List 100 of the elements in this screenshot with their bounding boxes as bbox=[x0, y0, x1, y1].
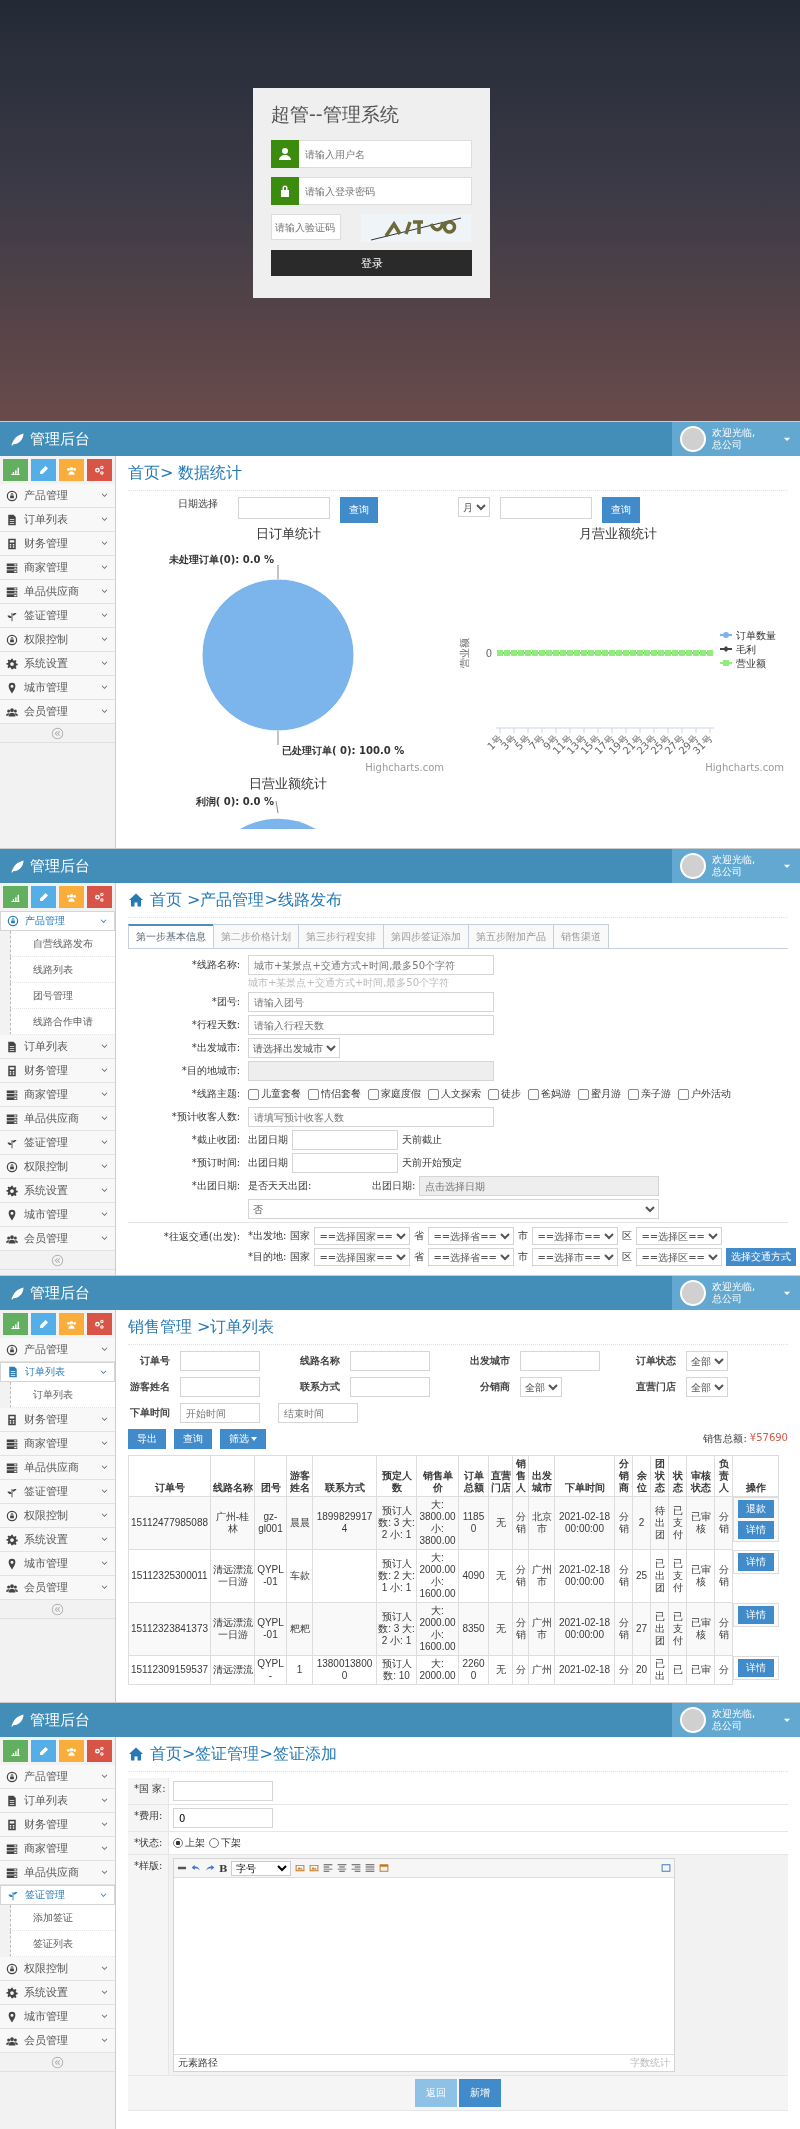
date-field[interactable] bbox=[500, 497, 592, 519]
row-action-button[interactable]: 详情 bbox=[737, 1605, 774, 1624]
shortcut-button[interactable] bbox=[31, 1740, 56, 1762]
sidebar-item[interactable]: 签证管理 bbox=[0, 604, 115, 628]
submenu-item[interactable]: 自营线路发布 bbox=[10, 931, 115, 957]
sidebar-item[interactable]: 商家管理 bbox=[0, 1432, 115, 1456]
sidebar-item[interactable]: 系统设置 bbox=[0, 1981, 115, 2005]
dropdown[interactable]: 否 bbox=[248, 1199, 660, 1219]
shortcut-button[interactable] bbox=[87, 459, 112, 481]
text-field[interactable]: 0 bbox=[173, 1808, 273, 1828]
dropdown[interactable]: ==选择区== bbox=[636, 1227, 723, 1245]
sidebar-item[interactable]: 权限控制 bbox=[0, 1504, 115, 1528]
sidebar-item[interactable]: 系统设置 bbox=[0, 1179, 115, 1203]
sidebar-item[interactable]: 单品供应商 bbox=[0, 1456, 115, 1480]
checkbox[interactable] bbox=[488, 1088, 499, 1100]
text-field[interactable] bbox=[173, 1781, 273, 1801]
row-action-button[interactable]: 详情 bbox=[737, 1552, 774, 1571]
shortcut-button[interactable] bbox=[3, 886, 28, 908]
sidebar-item[interactable]: 商家管理 bbox=[0, 556, 115, 580]
dropdown[interactable]: 全部 bbox=[520, 1377, 562, 1397]
sidebar-item[interactable]: 订单列表 bbox=[0, 1362, 115, 1382]
toolbar-button[interactable]: 筛选 bbox=[220, 1429, 266, 1449]
password-field[interactable]: 请输入登录密码 bbox=[299, 177, 472, 205]
days-field[interactable] bbox=[292, 1153, 398, 1173]
sidebar-item[interactable]: 商家管理 bbox=[0, 1837, 115, 1861]
shortcut-button[interactable] bbox=[59, 886, 84, 908]
sidebar-item[interactable]: 权限控制 bbox=[0, 1957, 115, 1981]
sidebar-item[interactable]: 商家管理 bbox=[0, 1083, 115, 1107]
text-field[interactable] bbox=[248, 1061, 494, 1081]
shortcut-button[interactable] bbox=[59, 1740, 84, 1762]
sidebar-item[interactable]: 订单列表 bbox=[0, 1035, 115, 1059]
transport-button[interactable]: 选择交通方式 bbox=[726, 1248, 797, 1266]
row-action-button[interactable]: 详情 bbox=[737, 1521, 774, 1539]
date-field[interactable]: 点击选择日期 bbox=[419, 1176, 660, 1196]
sidebar-item[interactable]: 单品供应商 bbox=[0, 580, 115, 604]
row-action-button[interactable]: 退款 bbox=[737, 1500, 774, 1518]
login-button[interactable]: 登录 bbox=[271, 250, 472, 276]
text-field[interactable]: 请输入团号 bbox=[248, 992, 494, 1012]
dropdown[interactable]: ==选择市== bbox=[532, 1248, 619, 1266]
dropdown[interactable]: 全部 bbox=[686, 1377, 728, 1397]
checkbox[interactable] bbox=[428, 1088, 439, 1100]
username-field[interactable]: 请输入用户名 bbox=[299, 140, 472, 168]
sidebar-item[interactable]: 财务管理 bbox=[0, 1813, 115, 1837]
checkbox[interactable] bbox=[248, 1088, 259, 1100]
shortcut-button[interactable] bbox=[87, 1313, 112, 1335]
sidebar-item[interactable]: 产品管理 bbox=[0, 484, 115, 508]
submenu-item[interactable]: 签证列表 bbox=[10, 1931, 115, 1957]
shortcut-button[interactable] bbox=[3, 1740, 28, 1762]
shortcut-button[interactable] bbox=[31, 1313, 56, 1335]
shortcut-button[interactable] bbox=[3, 1313, 28, 1335]
period-dropdown[interactable]: 月 bbox=[458, 497, 490, 517]
date-field[interactable] bbox=[238, 497, 330, 519]
sidebar-item[interactable]: 权限控制 bbox=[0, 1155, 115, 1179]
tab[interactable]: 第一步基本信息 bbox=[128, 924, 214, 948]
sidebar-item[interactable]: 财务管理 bbox=[0, 1408, 115, 1432]
checkbox[interactable] bbox=[578, 1088, 589, 1100]
sidebar-item[interactable]: 系统设置 bbox=[0, 1528, 115, 1552]
sidebar-item[interactable]: 城市管理 bbox=[0, 676, 115, 700]
row-action-button[interactable]: 详情 bbox=[737, 1658, 774, 1677]
dropdown[interactable]: 请选择出发城市 bbox=[248, 1038, 340, 1058]
query-button[interactable]: 查询 bbox=[340, 497, 378, 523]
toolbar-button[interactable]: 查询 bbox=[174, 1429, 212, 1449]
shortcut-button[interactable] bbox=[59, 459, 84, 481]
dropdown[interactable]: ==选择省== bbox=[428, 1227, 515, 1245]
sidebar-item[interactable]: 订单列表 bbox=[0, 508, 115, 532]
text-field[interactable]: 请填写预计收客人数 bbox=[248, 1107, 494, 1127]
filter-field[interactable] bbox=[350, 1377, 430, 1397]
filter-field[interactable] bbox=[350, 1351, 430, 1371]
toolbar-button[interactable]: 导出 bbox=[128, 1429, 166, 1449]
date-field[interactable]: 结束时间 bbox=[278, 1403, 358, 1423]
submenu-item[interactable]: 团号管理 bbox=[10, 983, 115, 1009]
radio-button[interactable] bbox=[173, 1838, 183, 1848]
sidebar-item[interactable]: 签证管理 bbox=[0, 1885, 115, 1905]
filter-field[interactable] bbox=[180, 1377, 260, 1397]
sidebar-item[interactable]: 订单列表 bbox=[0, 1789, 115, 1813]
bold-button[interactable]: B bbox=[219, 1862, 228, 1874]
text-field[interactable]: 请输入行程天数 bbox=[248, 1015, 494, 1035]
checkbox[interactable] bbox=[368, 1088, 379, 1100]
submenu-item[interactable]: 订单列表 bbox=[10, 1382, 115, 1408]
captcha-field[interactable]: 请输入验证码 bbox=[271, 214, 341, 240]
dropdown[interactable]: ==选择区== bbox=[636, 1248, 723, 1266]
sidebar-item[interactable]: 产品管理 bbox=[0, 1338, 115, 1362]
query-button[interactable]: 查询 bbox=[602, 497, 640, 523]
dropdown[interactable]: ==选择省== bbox=[428, 1248, 515, 1266]
sidebar-item[interactable]: 单品供应商 bbox=[0, 1861, 115, 1885]
sidebar-item[interactable]: 系统设置 bbox=[0, 652, 115, 676]
shortcut-button[interactable] bbox=[31, 459, 56, 481]
dropdown[interactable]: 全部 bbox=[686, 1351, 728, 1371]
sidebar-item[interactable]: 产品管理 bbox=[0, 1765, 115, 1789]
shortcut-button[interactable] bbox=[87, 1740, 112, 1762]
sidebar-item[interactable]: 会员管理 bbox=[0, 700, 115, 724]
shortcut-button[interactable] bbox=[31, 886, 56, 908]
date-field[interactable]: 开始时间 bbox=[180, 1403, 260, 1423]
sidebar-item[interactable]: 权限控制 bbox=[0, 628, 115, 652]
form-button[interactable]: 新增 bbox=[459, 2079, 501, 2107]
submenu-item[interactable]: 线路合作申请 bbox=[10, 1009, 115, 1035]
sidebar-item[interactable]: 财务管理 bbox=[0, 1059, 115, 1083]
checkbox[interactable] bbox=[678, 1088, 689, 1100]
sidebar-item[interactable]: 会员管理 bbox=[0, 1576, 115, 1600]
sidebar-item[interactable]: 城市管理 bbox=[0, 1552, 115, 1576]
